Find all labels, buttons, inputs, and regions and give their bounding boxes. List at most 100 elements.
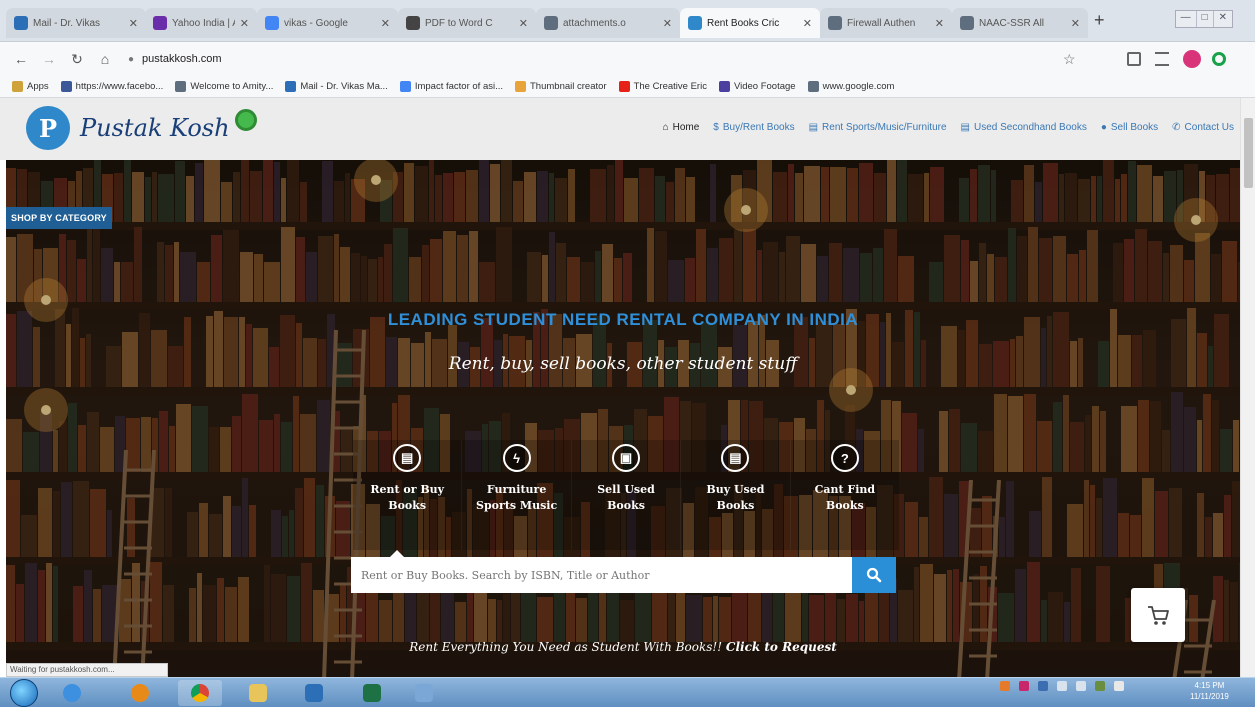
bookmark-favicon-icon xyxy=(399,81,411,92)
bookmark-item[interactable]: Welcome to Amity... xyxy=(175,81,273,92)
bookmark-favicon-icon xyxy=(515,81,526,92)
nav-item[interactable]: $ Buy/Rent Books xyxy=(713,122,794,133)
bookmark-item[interactable]: Apps xyxy=(12,81,49,92)
forward-icon[interactable]: → xyxy=(42,51,56,67)
browser-tab[interactable]: NAAC-SSR All ✕ xyxy=(952,8,1088,38)
nav-item[interactable]: ⌂ Home xyxy=(663,122,700,133)
taskbar-clock[interactable]: 4:15 PM 11/11/2019 xyxy=(1190,680,1229,702)
category-label: Furniture Sports Music xyxy=(476,483,558,512)
tray-icon-6[interactable] xyxy=(1095,681,1105,691)
tab-close-icon[interactable]: ✕ xyxy=(129,17,138,30)
nav-item[interactable]: ✆ Contact Us xyxy=(1172,122,1234,133)
taskbar-calculator-icon[interactable] xyxy=(402,680,446,706)
category-icon: ? xyxy=(830,444,859,472)
category-item[interactable]: ▤ Rent or Buy Books xyxy=(353,440,463,550)
tab-favicon-icon xyxy=(828,16,842,30)
taskbar-ie-icon[interactable] xyxy=(50,680,94,706)
taskbar-excel-icon[interactable] xyxy=(350,680,394,706)
whatsapp-icon[interactable] xyxy=(235,109,257,131)
category-item[interactable]: ▤ Buy Used Books xyxy=(681,440,791,550)
taskbar-chrome-icon[interactable] xyxy=(178,680,222,706)
bookmark-item[interactable]: Video Footage xyxy=(718,81,796,92)
flag-icon[interactable] xyxy=(1114,681,1124,691)
bookmark-item[interactable]: www.google.com xyxy=(807,81,894,92)
tab-favicon-icon xyxy=(544,16,558,30)
minimize-icon[interactable]: — xyxy=(1176,11,1197,27)
nav-item[interactable]: ▤ Rent Sports/Music/Furniture xyxy=(809,122,947,133)
start-button[interactable] xyxy=(10,679,38,707)
page-scrollbar[interactable] xyxy=(1240,98,1255,681)
bookmark-item[interactable]: The Creative Eric xyxy=(618,81,707,92)
tray-icon-3[interactable] xyxy=(1038,681,1048,691)
extension-icon-2[interactable] xyxy=(1155,52,1169,66)
scrollbar-thumb[interactable] xyxy=(1244,118,1253,188)
category-strip: ▤ Rent or Buy Books ϟ Furniture Sports Musi… xyxy=(353,440,899,550)
search-input[interactable] xyxy=(351,557,852,593)
taskbar-media-icon[interactable] xyxy=(118,680,162,706)
home-icon: ⌂ xyxy=(662,122,669,133)
category-item[interactable]: ? Cant Find Books xyxy=(791,440,899,550)
dollar-icon: $ xyxy=(713,122,719,133)
browser-tab[interactable]: vikas - Google ✕ xyxy=(257,8,398,38)
network-icon[interactable] xyxy=(1057,681,1067,691)
profile-avatar-icon[interactable] xyxy=(1183,50,1201,68)
reload-icon[interactable]: ↻ xyxy=(70,51,84,68)
search-button[interactable] xyxy=(852,557,896,593)
tab-favicon-icon xyxy=(14,16,28,30)
volume-icon[interactable] xyxy=(1076,681,1086,691)
tab-close-icon[interactable]: ✕ xyxy=(803,17,812,30)
windows-taskbar: 4:15 PM 11/11/2019 xyxy=(0,677,1255,707)
tray-icon-1[interactable] xyxy=(1000,681,1010,691)
list-icon: ▤ xyxy=(808,122,819,133)
info-icon[interactable]: ● xyxy=(128,54,134,65)
bookmark-star-icon[interactable]: ☆ xyxy=(1063,51,1076,68)
nav-item[interactable]: ● Sell Books xyxy=(1101,122,1158,133)
url-field[interactable]: ● pustakkosh.com xyxy=(128,53,222,65)
category-item[interactable]: ▣ Sell Used Books xyxy=(572,440,682,550)
taskbar-app-icon[interactable] xyxy=(292,680,336,706)
hero-subheadline: Rent, buy, sell books, other student stu… xyxy=(448,354,798,374)
extension-green-icon[interactable] xyxy=(1212,52,1226,66)
browser-tab[interactable]: Mail - Dr. Vikas ✕ xyxy=(6,8,146,38)
click-to-request-link[interactable]: Click to Request xyxy=(726,640,837,654)
browser-tab[interactable]: Rent Books Cric ✕ xyxy=(680,8,820,38)
taskbar-explorer-icon[interactable] xyxy=(236,680,280,706)
tab-close-icon[interactable]: ✕ xyxy=(935,17,944,30)
tab-favicon-icon xyxy=(688,16,702,30)
tab-close-icon[interactable]: ✕ xyxy=(519,17,528,30)
browser-tab[interactable]: attachments.o ✕ xyxy=(536,8,680,38)
bookmark-item[interactable]: Thumbnail creator xyxy=(515,81,607,92)
back-icon[interactable]: ← xyxy=(14,51,28,67)
bookmark-item[interactable]: https://www.facebo... xyxy=(60,81,163,92)
browser-tab-strip: Mail - Dr. Vikas ✕ Yahoo India | A ✕ vikas -… xyxy=(0,0,1255,42)
bookmark-item[interactable]: Mail - Dr. Vikas Ma... xyxy=(285,81,388,92)
browser-tab[interactable]: Firewall Authen ✕ xyxy=(820,8,952,38)
site-logo[interactable]: P Pustak Kosh xyxy=(26,106,230,150)
tab-close-icon[interactable]: ✕ xyxy=(1071,17,1080,30)
close-window-icon[interactable]: ✕ xyxy=(1214,11,1232,27)
site-menu: ⌂ Home $ Buy/Rent Books ▤ Rent Sports/Music/F… xyxy=(649,122,1234,133)
category-item[interactable]: ϟ Furniture Sports Music xyxy=(462,440,572,550)
url-text: pustakkosh.com xyxy=(142,53,222,65)
browser-tab[interactable]: Yahoo India | A ✕ xyxy=(145,8,257,38)
tab-close-icon[interactable]: ✕ xyxy=(381,17,390,30)
tab-title: Mail - Dr. Vikas xyxy=(33,17,101,29)
search-icon xyxy=(866,567,882,583)
extension-icon-1[interactable] xyxy=(1127,52,1141,66)
browser-tab[interactable]: PDF to Word C ✕ xyxy=(398,8,536,38)
cart-icon xyxy=(1148,606,1169,625)
cart-button[interactable] xyxy=(1131,588,1185,642)
bookmark-favicon-icon xyxy=(807,81,819,92)
new-tab-button[interactable]: + xyxy=(1094,10,1105,31)
home-browser-icon[interactable]: ⌂ xyxy=(98,51,112,67)
tray-icon-2[interactable] xyxy=(1019,681,1029,691)
category-label: Sell Used Books xyxy=(597,483,655,512)
shop-by-category-button[interactable]: SHOP BY CATEGORY xyxy=(6,207,112,229)
nav-item[interactable]: ▤ Used Secondhand Books xyxy=(961,122,1087,133)
request-line: Rent Everything You Need as Student With… xyxy=(6,640,1240,654)
maximize-icon[interactable]: □ xyxy=(1197,11,1214,27)
tab-close-icon[interactable]: ✕ xyxy=(663,17,672,30)
nav-label: Home xyxy=(672,122,700,133)
bookmark-item[interactable]: Impact factor of asi... xyxy=(399,81,503,92)
tab-close-icon[interactable]: ✕ xyxy=(240,17,249,30)
